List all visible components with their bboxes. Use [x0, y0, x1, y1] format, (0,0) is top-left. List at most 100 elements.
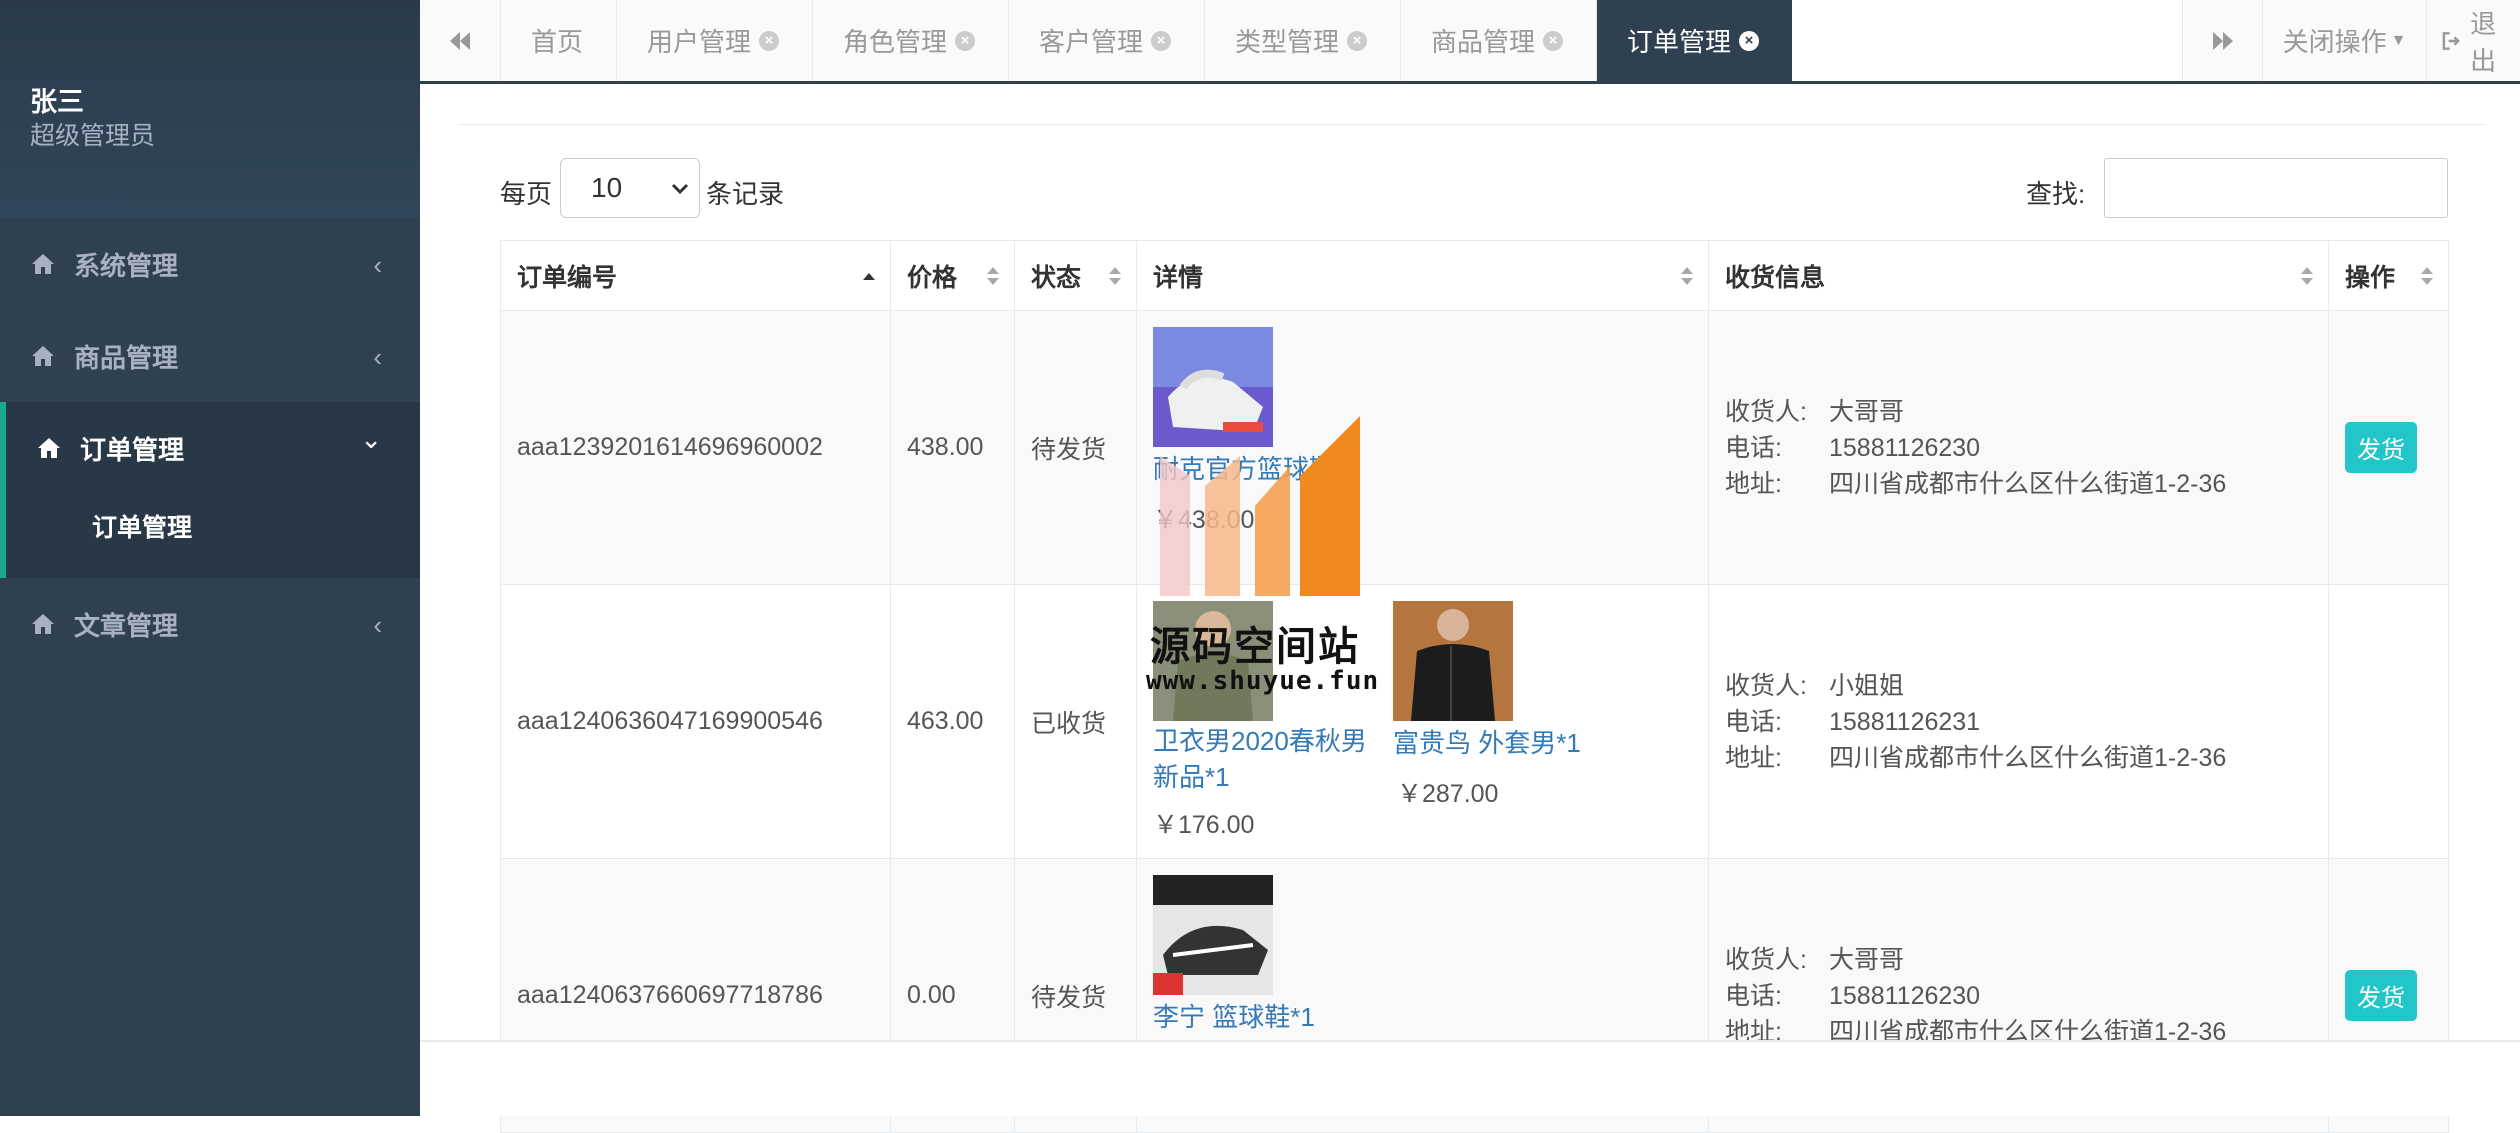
- profile-role: 超级管理员: [30, 122, 156, 150]
- close-tab-icon[interactable]: ×: [1543, 30, 1564, 51]
- tab-scroll-left-button[interactable]: [420, 0, 500, 81]
- chevron-left-icon: ‹: [373, 342, 382, 372]
- tab-label: 首页: [531, 27, 584, 57]
- backward-icon: [450, 31, 470, 50]
- search-input[interactable]: [2104, 158, 2448, 218]
- tab-label: 类型管理: [1235, 27, 1340, 57]
- column-header-status[interactable]: 状态: [1014, 240, 1137, 311]
- tab-scroll-right-button[interactable]: [2182, 0, 2262, 81]
- tab-roles[interactable]: 角色管理 ×: [812, 0, 1008, 81]
- column-header-order-no[interactable]: 订单编号: [500, 240, 891, 311]
- sidebar-item-label: 商品管理: [74, 342, 179, 373]
- tab-goods[interactable]: 商品管理 ×: [1400, 0, 1596, 81]
- product-name-link[interactable]: 卫衣男2020春秋男新品*1: [1153, 723, 1383, 795]
- sidebar-item-goods[interactable]: 商品管理 ‹: [0, 310, 420, 402]
- search-label: 查找:: [2026, 179, 2086, 209]
- sort-icon: [987, 267, 999, 285]
- tab-users[interactable]: 用户管理 ×: [616, 0, 812, 81]
- main-content: 每页 10 条记录 查找: 订单编号 价格 状态 详情 收货信息 操作 aaa1…: [420, 84, 2520, 1133]
- chevron-left-icon: ‹: [373, 250, 382, 280]
- tab-label: 订单管理: [1627, 27, 1732, 57]
- sidebar-item-label: 文章管理: [74, 610, 179, 641]
- watermark-url: www.shuyue.fun: [1146, 666, 1380, 696]
- profile-header: 张三 超级管理员: [0, 0, 420, 218]
- caret-down-icon: ▼: [2390, 31, 2407, 49]
- sidebar-group-orders: 订单管理 ⌄ 订单管理: [0, 402, 420, 578]
- sidebar-item-orders[interactable]: 订单管理 ⌄: [0, 402, 420, 494]
- profile-name[interactable]: 张三: [30, 80, 84, 119]
- receiver-line: 收货人: 小姐姐: [1725, 671, 1905, 700]
- product-image[interactable]: [1153, 327, 1273, 447]
- order-no-cell: aaa1239201614696960002: [500, 310, 891, 585]
- product-price: ￥176.00: [1153, 811, 1255, 839]
- table-row: aaa1239201614696960002 438.00 待发货 耐克官方篮球…: [500, 310, 2449, 585]
- home-icon: [32, 254, 54, 274]
- close-operations-label: 关闭操作: [2282, 27, 2387, 57]
- product-image[interactable]: [1393, 601, 1513, 721]
- divider: [460, 124, 2485, 125]
- receiver-line: 收货人: 大哥哥: [1725, 397, 1905, 426]
- tab-spacer: [1792, 0, 2102, 81]
- product-name-link[interactable]: 富贵鸟 外套男*1: [1393, 723, 1581, 760]
- per-page-select[interactable]: 10: [560, 158, 700, 218]
- close-tab-icon[interactable]: ×: [759, 30, 780, 51]
- orders-table: 订单编号 价格 状态 详情 收货信息 操作 aaa123920161469696…: [500, 240, 2449, 1133]
- address-line: 地址: 四川省成都市什么区什么街道1-2-36: [1725, 743, 2227, 772]
- sidebar: 张三 超级管理员 系统管理 ‹ 商品管理 ‹ 订单管理 ⌄ 订单管理 文章管理 …: [0, 0, 420, 1116]
- sort-icon: [1681, 267, 1693, 285]
- tab-label: 客户管理: [1039, 27, 1144, 57]
- close-tab-icon[interactable]: ×: [1151, 30, 1172, 51]
- tab-types[interactable]: 类型管理 ×: [1204, 0, 1400, 81]
- product-image[interactable]: [1153, 875, 1273, 995]
- logout-button[interactable]: 退出: [2426, 0, 2520, 81]
- column-header-action[interactable]: 操作: [2328, 240, 2449, 311]
- shipping-info-cell: 收货人: 小姐姐 电话: 15881126231 地址: 四川省成都市什么区什么街道1…: [1708, 584, 2329, 859]
- tab-label: 商品管理: [1431, 27, 1536, 57]
- product-item: 李宁 篮球鞋*1: [1153, 875, 1315, 1034]
- home-icon: [32, 346, 54, 366]
- product-name-link[interactable]: 李宁 篮球鞋*1: [1153, 997, 1315, 1034]
- close-tab-icon[interactable]: ×: [1347, 30, 1368, 51]
- tab-bar: 首页 用户管理 × 角色管理 × 客户管理 × 类型管理 × 商品管理 × 订单管理 × 关…: [420, 0, 2520, 84]
- phone-line: 电话: 15881126230: [1725, 981, 1981, 1010]
- close-tab-icon[interactable]: ×: [1739, 30, 1760, 51]
- ship-button[interactable]: 发货: [2345, 422, 2417, 473]
- product-item: 耐克官方篮球鞋*2 ￥438.00: [1153, 327, 1360, 536]
- price-cell: 463.00: [890, 584, 1015, 859]
- sidebar-item-label: 订单管理: [80, 434, 185, 465]
- chevron-down-icon: [671, 183, 689, 195]
- price-cell: 438.00: [890, 310, 1015, 585]
- sign-out-icon: [2442, 31, 2460, 50]
- sidebar-item-system[interactable]: 系统管理 ‹: [0, 218, 420, 310]
- column-header-shipping[interactable]: 收货信息: [1708, 240, 2329, 311]
- logout-label: 退出: [2470, 8, 2497, 76]
- sort-asc-icon: [863, 273, 875, 280]
- sort-icon: [2421, 267, 2433, 285]
- product-name-link[interactable]: 耐克官方篮球鞋*2: [1153, 449, 1360, 486]
- table-header-row: 订单编号 价格 状态 详情 收货信息 操作: [500, 240, 2449, 311]
- sort-icon: [2301, 267, 2313, 285]
- footer: [420, 1040, 2520, 1116]
- product-price: ￥287.00: [1397, 780, 1499, 808]
- tab-orders[interactable]: 订单管理 ×: [1596, 0, 1792, 81]
- ship-button[interactable]: 发货: [2345, 970, 2417, 1021]
- action-cell: [2328, 584, 2449, 859]
- address-line: 地址: 四川省成都市什么区什么街道1-2-36: [1725, 469, 2227, 498]
- watermark-text: 源码空间站: [1150, 624, 1360, 670]
- receiver-line: 收货人: 大哥哥: [1725, 945, 1905, 974]
- detail-cell: 耐克官方篮球鞋*2 ￥438.00: [1136, 310, 1709, 585]
- per-page-value: 10: [591, 172, 623, 203]
- close-tab-icon[interactable]: ×: [955, 30, 976, 51]
- home-icon: [38, 438, 60, 458]
- sidebar-subitem-orders[interactable]: 订单管理: [92, 508, 192, 544]
- close-operations-dropdown[interactable]: 关闭操作 ▼: [2262, 0, 2426, 81]
- status-cell: 待发货: [1014, 310, 1137, 585]
- chevron-down-icon: ⌄: [360, 424, 382, 454]
- column-header-detail[interactable]: 详情: [1136, 240, 1709, 311]
- product-item: 富贵鸟 外套男*1 ￥287.00: [1393, 601, 1581, 810]
- tab-customers[interactable]: 客户管理 ×: [1008, 0, 1204, 81]
- tab-home[interactable]: 首页: [500, 0, 616, 81]
- column-header-price[interactable]: 价格: [890, 240, 1015, 311]
- per-page-label: 每页: [500, 179, 553, 209]
- sidebar-item-articles[interactable]: 文章管理 ‹: [0, 578, 420, 670]
